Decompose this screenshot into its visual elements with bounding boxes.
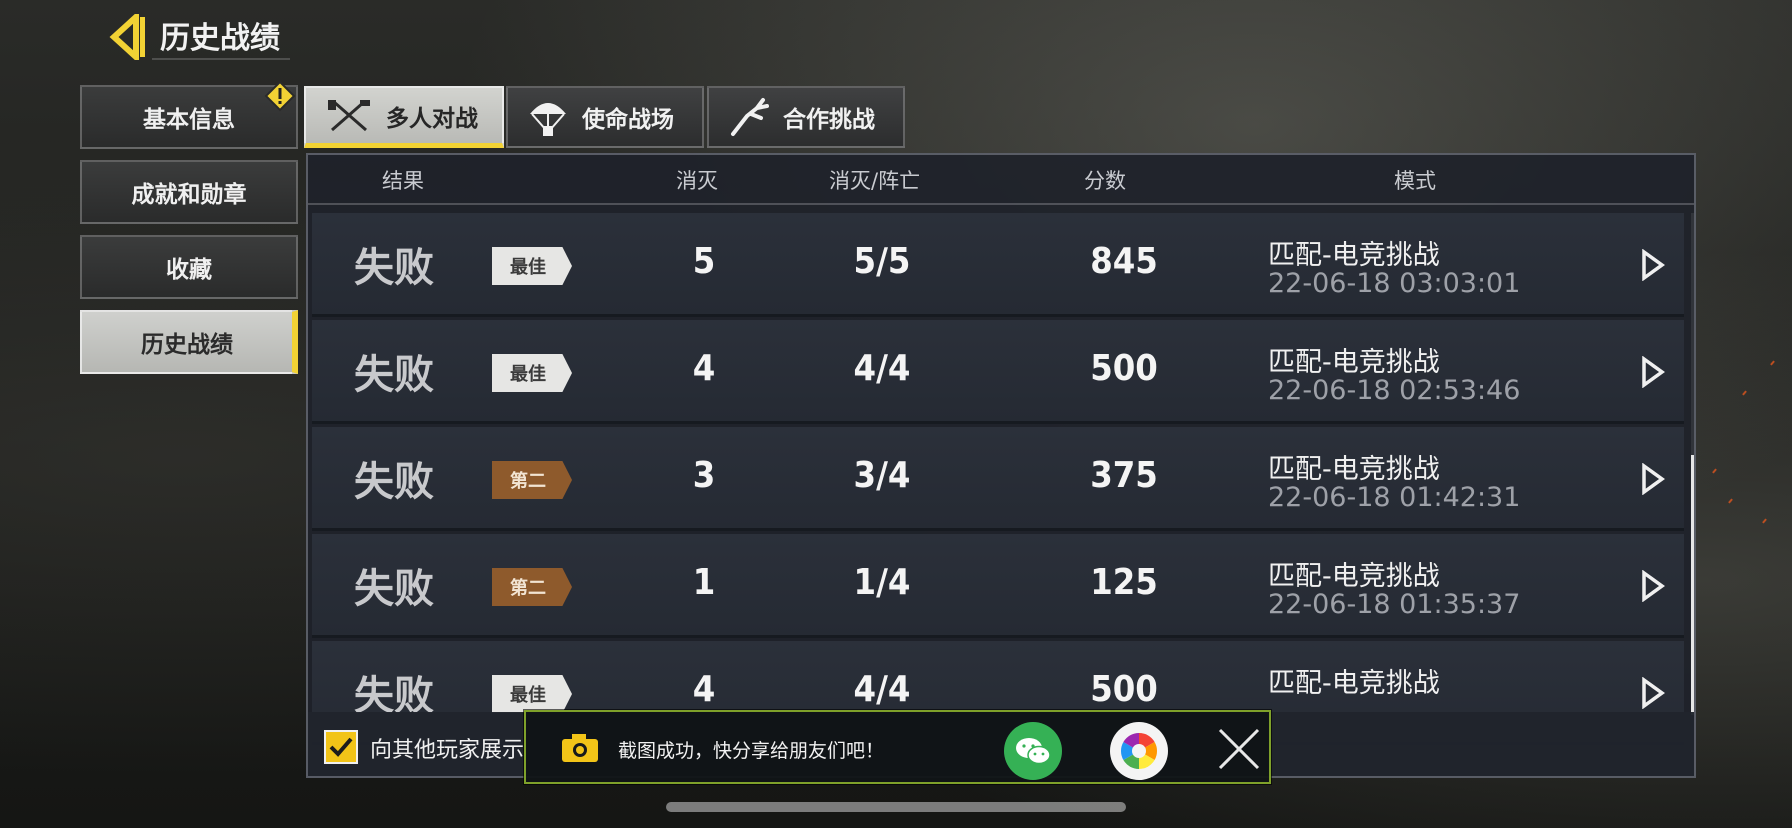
play-arrow-icon[interactable] <box>1640 249 1666 281</box>
kd-value: 3/4 <box>853 455 911 496</box>
score-value: 500 <box>1090 669 1158 710</box>
sidebar-item-achievements[interactable]: 成就和勋章 <box>80 160 298 224</box>
result-text: 失败 <box>354 459 434 505</box>
screenshot-share-toast: 截图成功，快分享给朋友们吧！ <box>524 710 1271 784</box>
close-toast-button[interactable] <box>1216 726 1262 776</box>
column-header-score: 分数 <box>1084 169 1126 193</box>
score-value: 500 <box>1090 348 1158 389</box>
kd-value: 1/4 <box>853 562 911 603</box>
close-icon <box>1218 728 1260 770</box>
share-wechat-button[interactable] <box>1004 722 1062 780</box>
mode-name: 匹配-电竞挑战 <box>1268 347 1440 378</box>
tab-label: 使命战场 <box>582 107 674 133</box>
kd-value: 5/5 <box>853 241 911 282</box>
ember-particle <box>1742 390 1747 396</box>
sidebar-item-collection[interactable]: 收藏 <box>80 235 298 299</box>
parachute-icon <box>530 103 566 136</box>
column-header-kd: 消灭/阵亡 <box>829 169 921 193</box>
ember-particle <box>1770 360 1775 366</box>
table-row[interactable]: 失败 最佳 4 4/4 500 匹配-电竞挑战 22-06-18 02:53:4… <box>312 320 1684 424</box>
page-title: 历史战绩 <box>152 18 290 60</box>
table-row[interactable]: 失败 第二 1 1/4 125 匹配-电竞挑战 22-06-18 01:35:3… <box>312 534 1684 638</box>
match-time: 22-06-18 02:53:46 <box>1268 375 1521 406</box>
ember-particle <box>1712 468 1717 474</box>
checkbox-label: 向其他玩家展示 <box>370 738 525 763</box>
column-header-result: 结果 <box>382 169 424 193</box>
result-text: 失败 <box>354 245 434 291</box>
multiplayer-crossed-guns-icon <box>328 99 370 131</box>
mode-name: 匹配-电竞挑战 <box>1268 561 1440 592</box>
kills-value: 4 <box>692 669 716 710</box>
tab-multiplayer[interactable]: 多人对战 <box>304 86 504 148</box>
tab-coop-challenge[interactable]: 合作挑战 <box>707 86 905 148</box>
tab-label: 合作挑战 <box>783 107 875 133</box>
column-header-mode: 模式 <box>1394 169 1436 193</box>
sidebar-item-label: 基本信息 <box>143 107 235 133</box>
checkmark-icon <box>329 737 353 757</box>
mode-name: 匹配-电竞挑战 <box>1268 668 1440 699</box>
kills-value: 5 <box>692 241 716 282</box>
rank-badge: 最佳 <box>492 354 572 392</box>
zombie-arm-icon <box>731 98 769 136</box>
play-arrow-icon[interactable] <box>1640 356 1666 388</box>
rank-badge: 第二 <box>492 461 572 499</box>
mode-name: 匹配-电竞挑战 <box>1268 240 1440 271</box>
match-time: 22-06-18 03:03:01 <box>1268 268 1521 299</box>
sidebar-item-match-history[interactable]: 历史战绩 <box>80 310 298 374</box>
kd-value: 4/4 <box>853 669 911 710</box>
match-list[interactable]: 失败 最佳 5 5/5 845 匹配-电竞挑战 22-06-18 03:03:0… <box>312 213 1692 758</box>
sidebar-item-label: 历史战绩 <box>141 332 233 358</box>
mode-name: 匹配-电竞挑战 <box>1268 454 1440 485</box>
back-button[interactable] <box>106 14 150 60</box>
kills-value: 1 <box>692 562 716 603</box>
column-header-kills: 消灭 <box>676 169 718 193</box>
ember-particle <box>1728 498 1733 504</box>
match-time: 22-06-18 01:42:31 <box>1268 482 1521 513</box>
result-text: 失败 <box>354 566 434 612</box>
score-value: 375 <box>1090 455 1158 496</box>
score-value: 845 <box>1090 241 1158 282</box>
kills-value: 3 <box>692 455 716 496</box>
match-history-panel: 结果 消灭 消灭/阵亡 分数 模式 失败 最佳 5 5/5 845 匹配-电竞挑… <box>306 153 1696 778</box>
scrollbar-thumb[interactable] <box>1691 455 1694 715</box>
rank-badge: 第二 <box>492 568 572 606</box>
toast-message: 截图成功，快分享给朋友们吧！ <box>618 740 885 762</box>
table-row[interactable]: 失败 最佳 5 5/5 845 匹配-电竞挑战 22-06-18 03:03:0… <box>312 213 1684 317</box>
rank-badge: 最佳 <box>492 247 572 285</box>
share-album-button[interactable] <box>1110 722 1168 780</box>
sidebar-item-label: 收藏 <box>166 257 212 283</box>
camera-icon <box>562 734 598 762</box>
home-indicator[interactable] <box>666 802 1126 812</box>
tab-battle-royale[interactable]: 使命战场 <box>506 86 704 148</box>
tab-label: 多人对战 <box>386 105 478 132</box>
sidebar-item-label: 成就和勋章 <box>131 182 247 208</box>
play-arrow-icon[interactable] <box>1640 463 1666 495</box>
score-value: 125 <box>1090 562 1158 603</box>
back-arrow-icon <box>109 14 145 60</box>
match-time: 22-06-18 01:35:37 <box>1268 589 1521 620</box>
ember-particle <box>1762 518 1767 524</box>
play-arrow-icon[interactable] <box>1640 677 1666 709</box>
kills-value: 4 <box>692 348 716 389</box>
result-text: 失败 <box>354 352 434 398</box>
kd-value: 4/4 <box>853 348 911 389</box>
table-header: 结果 消灭 消灭/阵亡 分数 模式 <box>308 155 1694 205</box>
photo-album-icon <box>1120 733 1158 769</box>
alert-icon <box>264 80 296 112</box>
rank-badge: 最佳 <box>492 675 572 713</box>
table-row[interactable]: 失败 第二 3 3/4 375 匹配-电竞挑战 22-06-18 01:42:3… <box>312 427 1684 531</box>
wechat-icon <box>1016 738 1051 765</box>
show-to-others-checkbox[interactable] <box>324 730 358 764</box>
play-arrow-icon[interactable] <box>1640 570 1666 602</box>
